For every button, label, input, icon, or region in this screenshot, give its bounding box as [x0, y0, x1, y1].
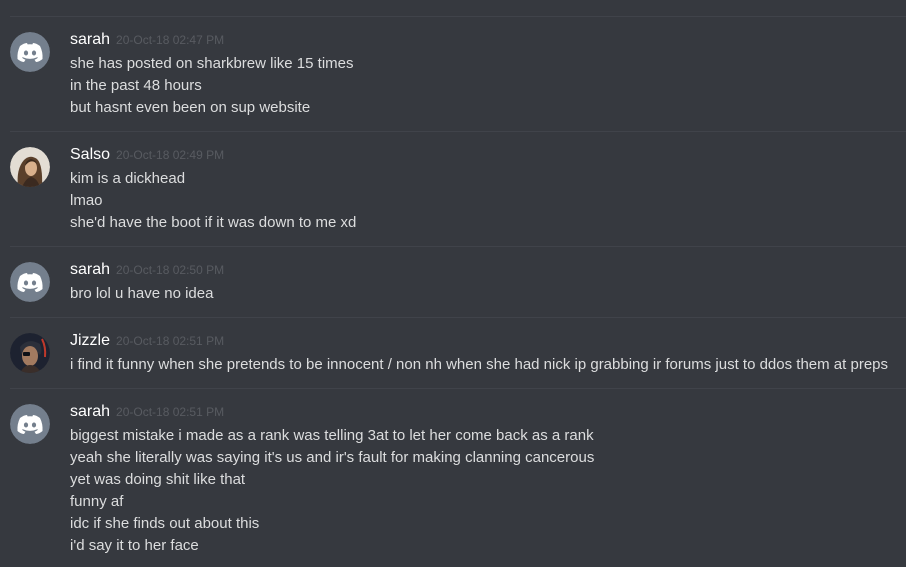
- timestamp: 20-Oct-18 02:50 PM: [116, 263, 225, 277]
- username[interactable]: sarah: [70, 403, 110, 420]
- message-divider: [10, 246, 906, 247]
- timestamp: 20-Oct-18 02:49 PM: [116, 148, 225, 162]
- message-divider: [10, 131, 906, 132]
- timestamp: 20-Oct-18 02:47 PM: [116, 33, 225, 47]
- username[interactable]: sarah: [70, 261, 110, 278]
- message-line: yeah she literally was saying it's us an…: [70, 449, 595, 466]
- message-divider: [10, 16, 906, 17]
- user-photo-avatar-icon[interactable]: [10, 147, 50, 187]
- message-line: kim is a dickhead: [70, 170, 186, 187]
- message-line: biggest mistake i made as a rank was tel…: [70, 427, 594, 444]
- chat-log: sarah 20-Oct-18 02:47 PM she has posted o…: [0, 0, 906, 567]
- message-line: funny af: [70, 493, 124, 510]
- timestamp: 20-Oct-18 02:51 PM: [116, 334, 225, 348]
- message-line: i'd say it to her face: [70, 537, 199, 554]
- message-line: yet was doing shit like that: [70, 471, 246, 488]
- message-line: bro lol u have no idea: [70, 285, 214, 302]
- user-photo-avatar-icon[interactable]: [10, 333, 50, 373]
- message-line: idc if she finds out about this: [70, 515, 260, 532]
- message-line: in the past 48 hours: [70, 77, 202, 94]
- username[interactable]: Salso: [70, 146, 110, 163]
- username[interactable]: sarah: [70, 31, 110, 48]
- message-line: lmao: [70, 192, 103, 209]
- timestamp: 20-Oct-18 02:51 PM: [116, 405, 225, 419]
- message-line: i find it funny when she pretends to be …: [70, 356, 888, 373]
- message-line: she has posted on sharkbrew like 15 time…: [70, 55, 354, 72]
- discord-default-avatar-icon[interactable]: [10, 262, 50, 302]
- discord-default-avatar-icon[interactable]: [10, 32, 50, 72]
- message-divider: [10, 317, 906, 318]
- message-line: but hasnt even been on sup website: [70, 99, 311, 116]
- message-divider: [10, 388, 906, 389]
- username[interactable]: Jizzle: [70, 332, 110, 349]
- discord-default-avatar-icon[interactable]: [10, 404, 50, 444]
- message-line: she'd have the boot if it was down to me…: [70, 214, 357, 231]
